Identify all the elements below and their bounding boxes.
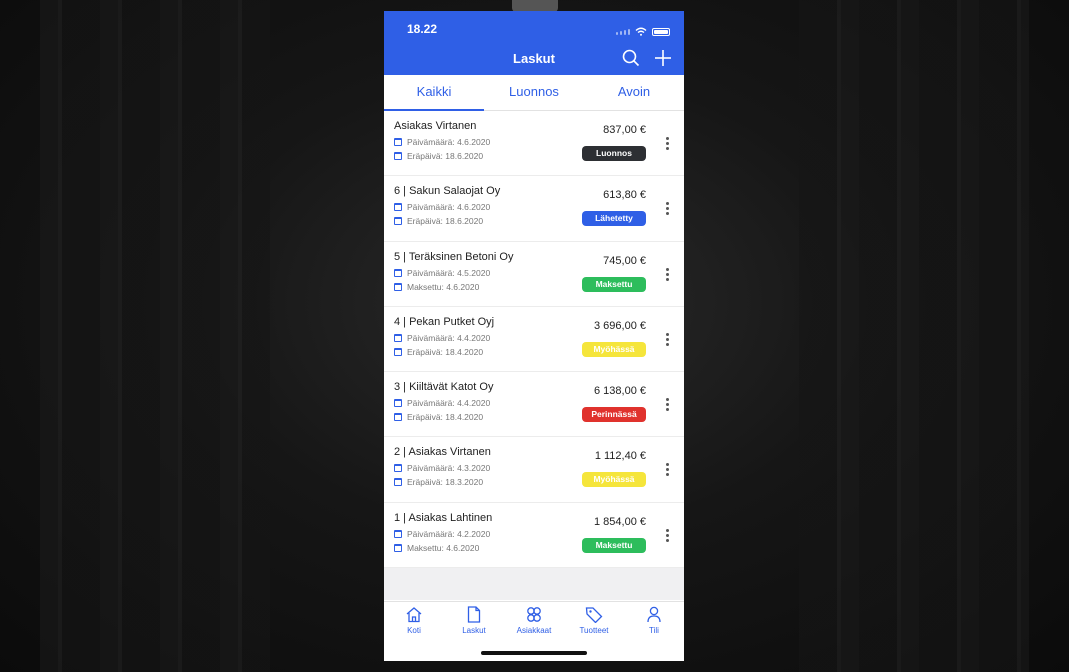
calendar-icon — [394, 333, 402, 342]
wifi-icon — [635, 23, 647, 41]
invoice-paid-text: Maksettu: 4.6.2020 — [407, 542, 480, 553]
calendar-icon — [394, 203, 402, 212]
invoice-amount: 1 112,40 € — [594, 450, 646, 463]
more-options-icon[interactable] — [666, 332, 669, 346]
calendar-icon — [394, 282, 402, 291]
calendar-icon — [394, 268, 402, 277]
invoice-due-text: Eräpäivä: 18.6.2020 — [407, 216, 484, 227]
user-icon — [624, 606, 684, 624]
tab-luonnos[interactable]: Luonnos — [484, 75, 584, 110]
nav-label: Tili — [649, 626, 659, 635]
more-options-icon[interactable] — [666, 137, 669, 150]
nav-label: Asiakkaat — [516, 626, 552, 635]
status-icons — [616, 23, 670, 41]
invoice-amount: 745,00 € — [603, 254, 646, 267]
invoice-row[interactable]: 4 | Pekan Putket Oyj Päivämäärä: 4.4.202… — [384, 307, 684, 373]
header-actions — [622, 49, 672, 67]
invoice-amount: 837,00 € — [603, 124, 646, 136]
status-badge: Perinnässä — [582, 407, 646, 423]
nav-koti[interactable]: Koti — [384, 602, 444, 661]
document-icon — [444, 606, 504, 624]
invoice-row[interactable]: 6 | Sakun Salaojat Oy Päivämäärä: 4.6.20… — [384, 176, 684, 242]
status-badge: Maksettu — [582, 276, 646, 292]
invoice-list: Asiakas Virtanen Päivämäärä: 4.6.2020 Er… — [384, 111, 684, 569]
signal-icon — [616, 29, 630, 35]
invoice-due-text: Eräpäivä: 18.4.2020 — [407, 346, 484, 357]
app-header: 18.22 Laskut — [384, 11, 684, 75]
calendar-icon — [394, 464, 402, 473]
invoice-paid-text: Maksettu: 4.6.2020 — [407, 281, 480, 292]
more-options-icon[interactable] — [666, 267, 669, 281]
phone-screen: 18.22 Laskut Kaikki Luonnos Avoin Asiaka… — [384, 11, 684, 661]
calendar-icon — [394, 152, 402, 160]
nav-label: Koti — [407, 626, 421, 635]
invoice-date-text: Päivämäärä: 4.3.2020 — [407, 463, 491, 474]
tab-avoin[interactable]: Avoin — [584, 75, 684, 110]
calendar-icon — [394, 543, 402, 552]
invoice-row[interactable]: Asiakas Virtanen Päivämäärä: 4.6.2020 Er… — [384, 111, 684, 177]
more-options-icon[interactable] — [666, 202, 669, 216]
calendar-icon — [394, 478, 402, 487]
customers-icon — [504, 606, 564, 624]
invoice-date-text: Päivämäärä: 4.5.2020 — [407, 267, 491, 278]
calendar-icon — [394, 347, 402, 356]
battery-icon — [652, 28, 670, 36]
background-server-rack-right — [799, 0, 1029, 672]
background-server-rack-left — [40, 0, 270, 672]
invoice-date-text: Päivämäärä: 4.6.2020 — [407, 202, 491, 213]
invoice-row[interactable]: 5 | Teräksinen Betoni Oy Päivämäärä: 4.5… — [384, 242, 684, 307]
more-options-icon[interactable] — [666, 463, 669, 477]
invoice-row[interactable]: 2 | Asiakas Virtanen Päivämäärä: 4.3.202… — [384, 437, 684, 503]
status-badge: Myöhässä — [582, 341, 646, 357]
tab-kaikki[interactable]: Kaikki — [384, 75, 484, 111]
calendar-icon — [394, 399, 402, 408]
home-indicator[interactable] — [481, 651, 587, 655]
invoice-due-text: Eräpäivä: 18.3.2020 — [407, 477, 484, 488]
bottom-navigation: Koti Laskut Asiakkaat Tuotteet Tili — [384, 601, 684, 661]
add-icon[interactable] — [654, 49, 672, 67]
list-footer-space — [384, 568, 684, 601]
invoice-amount: 6 138,00 € — [594, 385, 646, 398]
invoice-date-text: Päivämäärä: 4.6.2020 — [407, 137, 491, 147]
nav-tili[interactable]: Tili — [624, 602, 684, 661]
calendar-icon — [394, 413, 402, 422]
invoice-amount: 3 696,00 € — [594, 319, 646, 332]
search-icon[interactable] — [622, 49, 640, 67]
invoice-row[interactable]: 1 | Asiakas Lahtinen Päivämäärä: 4.2.202… — [384, 503, 684, 569]
filter-tabs: Kaikki Luonnos Avoin — [384, 75, 684, 111]
status-time: 18.22 — [407, 22, 438, 36]
nav-label: Tuotteet — [579, 626, 609, 635]
calendar-icon — [394, 138, 402, 146]
invoice-due-text: Eräpäivä: 18.4.2020 — [407, 412, 484, 423]
invoice-date-text: Päivämäärä: 4.4.2020 — [407, 332, 491, 343]
more-options-icon[interactable] — [666, 398, 669, 412]
status-badge: Myöhässä — [582, 472, 646, 488]
invoice-date-text: Päivämäärä: 4.2.2020 — [407, 528, 491, 539]
invoice-amount: 613,80 € — [603, 189, 646, 202]
invoice-amount: 1 854,00 € — [594, 515, 646, 528]
status-badge: Luonnos — [582, 146, 646, 161]
invoice-due-text: Eräpäivä: 18.6.2020 — [407, 151, 484, 161]
invoice-row[interactable]: 3 | Kiiltävät Katot Oy Päivämäärä: 4.4.2… — [384, 372, 684, 438]
status-badge: Lähetetty — [582, 211, 646, 227]
tag-icon — [564, 606, 624, 624]
status-badge: Maksettu — [582, 537, 646, 553]
calendar-icon — [394, 217, 402, 226]
calendar-icon — [394, 529, 402, 538]
more-options-icon[interactable] — [666, 528, 669, 542]
invoice-date-text: Päivämäärä: 4.4.2020 — [407, 398, 491, 409]
nav-label: Laskut — [462, 626, 486, 635]
home-icon — [384, 606, 444, 624]
